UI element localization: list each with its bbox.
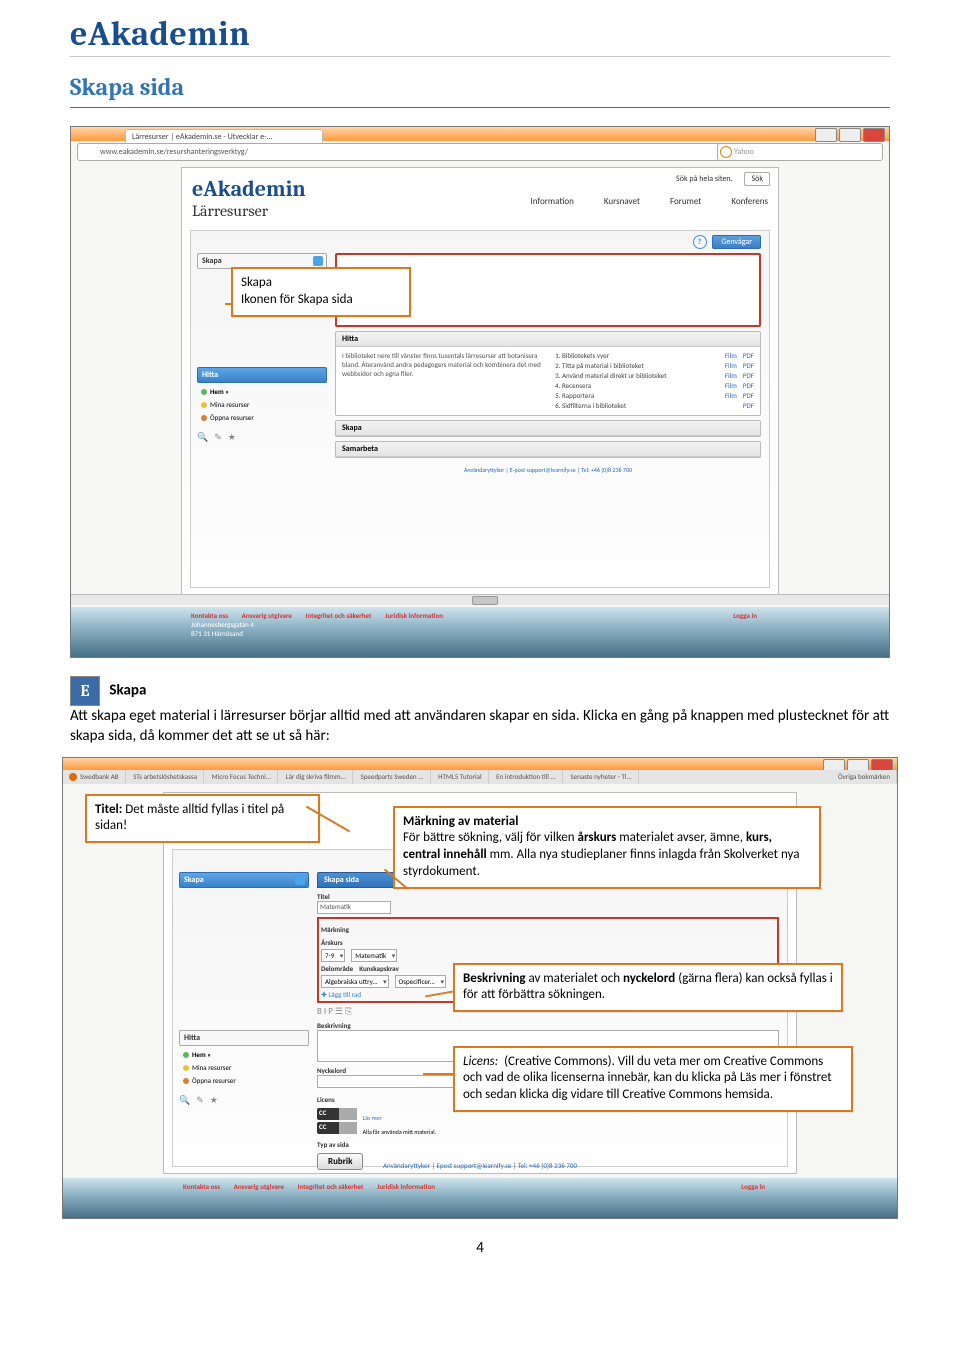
tool-icons: 🔍✎★ (179, 1095, 309, 1106)
sidebar-oppna[interactable]: Öppna resurser (197, 411, 327, 424)
select-omrade[interactable]: Algebraiska uttry... (321, 975, 389, 988)
sidebar-mina[interactable]: Mina resurser (179, 1061, 309, 1074)
cc-icon (317, 1122, 357, 1134)
nav-kursnavet[interactable]: Kursnavet (604, 196, 640, 207)
bookmark[interactable]: Micro Focus Techni... (206, 770, 278, 783)
section-heading: Skapa sida (0, 65, 960, 107)
support-line: Användaryttykor | E-post support@learnif… (335, 466, 761, 474)
browser-search[interactable]: Yahoo (717, 143, 883, 161)
create-page-form: Skapa sida TitelMatematik Märkning Årsku… (317, 872, 779, 1170)
label-tagging: Märkning (321, 925, 775, 934)
search-icon (720, 146, 732, 158)
bookmark[interactable]: HTML5 Tutorial (432, 770, 488, 783)
logo-rule (70, 56, 890, 57)
help-bar: ? Genvägar (693, 235, 761, 249)
page-number: 4 (0, 1219, 960, 1267)
section-rule (70, 107, 890, 108)
panel-header: Hitta (336, 332, 760, 347)
tag-icon: ✎ (214, 432, 222, 443)
panel-samarbeta[interactable]: Samarbeta (335, 441, 761, 458)
help-icon[interactable]: ? (693, 235, 707, 249)
bookmark[interactable]: Lär dig skriva filmm... (280, 770, 353, 783)
body-text: E Skapa Att skapa eget material i lärres… (0, 672, 960, 757)
bookmark[interactable]: En introduktion till ... (490, 770, 563, 783)
screenshot-1: Lärresurser | eAkademin.se - Utvecklar e… (70, 126, 890, 658)
bookmark[interactable]: Speedparts Sweden ... (355, 770, 431, 783)
select-arskurs[interactable]: 7-9 (321, 949, 345, 962)
search-button[interactable]: Sök (744, 172, 770, 186)
minimize-icon (815, 128, 837, 142)
label-beskrivning: Beskrivning (317, 1021, 779, 1030)
bookmark[interactable]: STs arbetslöshetskassa (127, 770, 204, 783)
nav-konferens[interactable]: Konferens (731, 196, 768, 207)
skapa-icon: E (70, 676, 100, 706)
callout-title: Titel: Det måste alltid fyllas i titel p… (85, 794, 320, 844)
select-amne[interactable]: Matematik (351, 949, 397, 962)
sidebar-hitta[interactable]: Hitta (179, 1030, 309, 1046)
sidebar-hem[interactable]: Hem » (179, 1048, 309, 1061)
maximize-icon (839, 128, 861, 142)
star-icon: ★ (228, 432, 236, 443)
search-icon: 🔍 (197, 432, 208, 443)
main-nav: Information Kursnavet Forumet Konferens (503, 196, 768, 212)
panel-skapa-collapsed[interactable]: Skapa (335, 420, 761, 437)
callout-tagging: Märkning av material För bättre sökning,… (393, 806, 821, 890)
panel-text: I biblioteket nere till vänster finns tu… (342, 351, 548, 411)
bookmark[interactable]: Swedbank AB (63, 770, 126, 783)
doc-logo: eAkademin (0, 0, 960, 54)
nav-info[interactable]: Information (531, 196, 574, 207)
dot-icon (201, 389, 207, 395)
dot-icon (201, 415, 207, 421)
dot-icon (201, 402, 207, 408)
address-bar[interactable]: www.eakademin.se/resurshanteringsverktyg… (77, 143, 729, 161)
cc-icon (317, 1108, 357, 1120)
sidebar-hitta[interactable]: Hitta (197, 367, 327, 383)
screenshot-2: Swedbank AB STs arbetslöshetskassa Micro… (62, 757, 898, 1219)
sidebar-oppna[interactable]: Öppna resurser (179, 1074, 309, 1087)
step-list: Bibliotekets vyerFilmPDF Titta på materi… (548, 351, 754, 410)
support-line: Användaryttykor | Epost support@learnify… (63, 1161, 897, 1170)
tool-icons: 🔍 ✎ ★ (197, 432, 327, 443)
page-footer: Kontakta oss Ansvarig utgivare Integrite… (63, 1178, 897, 1218)
site-top-search: Sök på hela siten. Sök (666, 174, 770, 184)
site-frame: Sök på hela siten. Sök eAkademinLärresur… (181, 167, 779, 595)
footer-link[interactable]: Ansvarig utgivare (242, 611, 292, 620)
panel-hitta: Hitta I biblioteket nere till vänster fi… (335, 331, 761, 416)
page-footer: Kontakta oss Ansvarig utgivare Integrite… (71, 607, 889, 657)
bookmark[interactable]: Senaste nyheter - Tl... (564, 770, 638, 783)
footer-link[interactable]: Kontakta oss (191, 611, 228, 620)
search-label: Sök på hela siten. (676, 174, 733, 184)
close-icon (863, 128, 885, 142)
window-controls (813, 128, 885, 140)
sidebar-mina[interactable]: Mina resurser (197, 398, 327, 411)
bookmark-more[interactable]: Övriga bokmärken (832, 770, 897, 783)
left-column: Skapa Hitta Hem » Mina resurser Öppna re… (179, 872, 309, 1106)
footer-link[interactable]: Integritet och säkerhet (306, 611, 372, 620)
sidebar-hem[interactable]: Hem » (197, 385, 327, 398)
label-title: Titel (317, 892, 779, 901)
window-titlebar (63, 758, 897, 770)
select-kunskap[interactable]: Ospecificer... (395, 975, 446, 988)
title-input[interactable]: Matematik (317, 901, 391, 914)
callout-skapa-icon: Skapa Ikonen för Skapa sida (231, 267, 411, 317)
sidebar-skapa[interactable]: Skapa (179, 872, 309, 888)
label-arskurs: Årskurs (321, 938, 775, 947)
bookmarks-bar: Swedbank AB STs arbetslöshetskassa Micro… (63, 770, 897, 784)
footer-link[interactable]: Juridisk information (385, 611, 443, 620)
nav-forumet[interactable]: Forumet (670, 196, 701, 207)
chevron-icon (313, 256, 323, 266)
shortcuts-button[interactable]: Genvägar (712, 235, 761, 249)
callout-license: Licens: (Creative Commons). Vill du veta… (453, 1046, 853, 1113)
login-link[interactable]: Logga in (733, 611, 757, 620)
callout-desc: Beskrivning av materialet och nyckelord … (453, 963, 843, 1013)
scrollbar[interactable] (71, 594, 889, 605)
chevron-icon (295, 875, 305, 885)
label-typ: Typ av sida (317, 1140, 779, 1149)
